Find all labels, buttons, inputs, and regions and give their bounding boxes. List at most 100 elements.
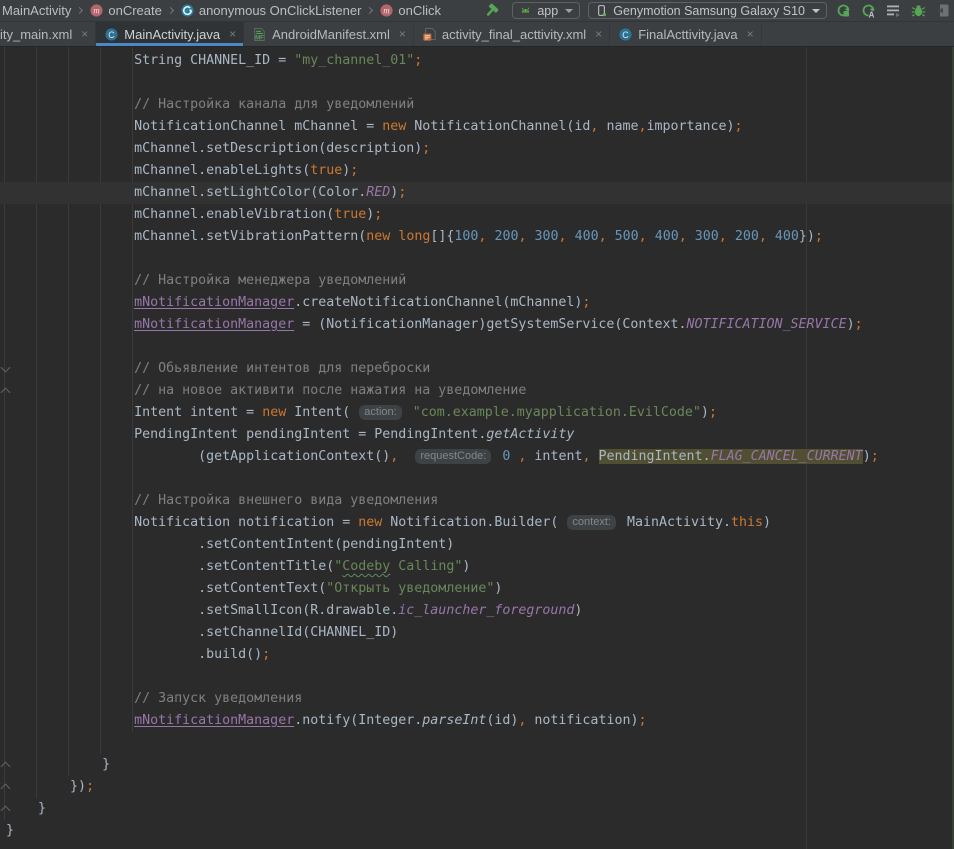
attach-debugger-icon[interactable]	[935, 2, 952, 19]
tab-label: MainActivity.java	[124, 27, 220, 42]
code-token: }	[6, 823, 14, 838]
code-token: intent	[526, 449, 582, 464]
tab-label: AndroidManifest.xml	[272, 27, 390, 42]
tab-finalacttivity-java[interactable]: C FinalActtivity.java ×	[610, 22, 761, 46]
tab-activity-main-xml[interactable]: ity_main.xml ×	[0, 22, 96, 46]
close-icon[interactable]: ×	[747, 28, 754, 40]
code-token: importance)	[646, 119, 734, 134]
code-token: notification)	[526, 713, 638, 728]
code-token: ,	[679, 229, 687, 244]
code-line: }	[0, 798, 954, 820]
breadcrumb-item-method[interactable]: m onCreate	[89, 3, 161, 18]
device-selector[interactable]: Genymotion Samsung Galaxy S10	[588, 2, 827, 19]
tab-mainactivity-java[interactable]: C MainActivity.java ×	[96, 22, 244, 46]
code-token: // Запуск уведомления	[134, 691, 302, 706]
close-icon[interactable]: ×	[399, 28, 406, 40]
breadcrumb-item-anonymous-class[interactable]: anonymous OnClickListener	[180, 3, 362, 18]
anonymous-class-icon	[180, 3, 195, 18]
code-line: mChannel.setDescription(description);	[0, 138, 954, 160]
code-token	[607, 229, 615, 244]
java-class-icon: C	[104, 27, 119, 42]
code-token: FLAG_CANCEL_CURRENT	[711, 449, 863, 464]
code-token: 300	[535, 229, 559, 244]
breadcrumb-item-method[interactable]: m onClick	[379, 3, 441, 18]
code-line: mNotificationManager.createNotificationC…	[0, 292, 954, 314]
tab-androidmanifest-xml[interactable]: MF AndroidManifest.xml ×	[244, 22, 414, 46]
code-token: mChannel.enableLights(	[134, 163, 310, 178]
rerun-icon[interactable]	[835, 2, 852, 19]
code-token	[526, 229, 534, 244]
code-token	[405, 405, 413, 420]
code-token: ;	[871, 449, 879, 464]
code-token: )	[574, 603, 582, 618]
code-token	[767, 229, 775, 244]
ide-window: MainActivity m onCreate anonymous OnClic…	[0, 0, 954, 849]
code-token: ;	[374, 207, 382, 222]
chevron-down-icon	[565, 9, 573, 13]
code-line: String CHANNEL_ID = "my_channel_01";	[0, 50, 954, 72]
build-hammer-icon[interactable]	[483, 2, 500, 19]
code-token: new	[262, 405, 286, 420]
close-icon[interactable]: ×	[229, 28, 236, 40]
tab-activity-final-acttivity-xml[interactable]: activity_final_acttivity.xml ×	[414, 22, 610, 46]
code-token: (getApplicationContext()	[198, 449, 390, 464]
code-line: mChannel.enableLights(true);	[0, 160, 954, 182]
run-config-selector[interactable]: app	[512, 2, 580, 19]
editor-tab-bar: ity_main.xml × C MainActivity.java × MF …	[0, 22, 954, 47]
code-token: true	[334, 207, 366, 222]
code-token: "Открыть уведомление"	[326, 581, 494, 596]
code-editor[interactable]: String CHANNEL_ID = "my_channel_01"; // …	[0, 47, 954, 849]
code-line: .setContentIntent(pendingIntent)	[0, 534, 954, 556]
code-token: ;	[262, 647, 270, 662]
code-token: mNotificationManager	[134, 295, 294, 310]
close-icon[interactable]: ×	[81, 28, 88, 40]
code-token: // Настройка менеджера уведомлений	[134, 273, 406, 288]
navigation-bar: MainActivity m onCreate anonymous OnClic…	[0, 0, 954, 22]
code-line: Notification notification = new Notifica…	[0, 512, 954, 534]
code-line: (getApplicationContext(), requestCode: 0…	[0, 446, 954, 468]
code-line: .setContentTitle("Codeby Calling")	[0, 556, 954, 578]
run-tasks-icon[interactable]	[885, 2, 902, 19]
code-token: )	[863, 449, 871, 464]
code-token: new	[358, 515, 382, 530]
code-token	[567, 229, 575, 244]
code-line	[0, 468, 954, 490]
code-token: ,	[719, 229, 727, 244]
parameter-hint: requestCode:	[415, 449, 491, 464]
code-line	[0, 666, 954, 688]
code-token: mNotificationManager	[134, 317, 294, 332]
code-token: )	[494, 581, 502, 596]
breadcrumb-item-class[interactable]: MainActivity	[2, 3, 71, 18]
code-token: ;	[86, 779, 94, 794]
code-token: ;	[350, 163, 358, 178]
code-token: ,	[639, 229, 647, 244]
device-selector-label: Genymotion Samsung Galaxy S10	[613, 4, 805, 18]
code-token: Notification.Builder(	[382, 515, 566, 530]
apply-code-changes-icon[interactable]: A	[860, 2, 877, 19]
code-token: NotificationChannel mChannel =	[134, 119, 382, 134]
parameter-hint: context:	[567, 515, 616, 530]
code-token: 400	[575, 229, 599, 244]
code-line	[0, 336, 954, 358]
code-line	[0, 248, 954, 270]
code-token: )	[763, 515, 771, 530]
code-token: []{	[430, 229, 454, 244]
code-token: )	[462, 559, 470, 574]
close-icon[interactable]: ×	[595, 28, 602, 40]
code-token	[590, 449, 598, 464]
code-token: .setSmallIcon(R.drawable.	[198, 603, 398, 618]
code-token: .setChannelId(CHANNEL_ID)	[198, 625, 398, 640]
svg-text:A: A	[869, 11, 875, 20]
code-token: long	[398, 229, 430, 244]
parameter-hint: action:	[359, 405, 401, 420]
code-token: .build()	[198, 647, 262, 662]
code-token: Intent intent =	[134, 405, 262, 420]
code-line	[0, 732, 954, 754]
chevron-down-icon	[812, 9, 820, 13]
code-line: // Настройка канала для уведомлений	[0, 94, 954, 116]
debug-icon[interactable]	[910, 2, 927, 19]
code-token: NOTIFICATION_SERVICE	[686, 317, 846, 332]
code-line: }	[0, 820, 954, 842]
code-area: String CHANNEL_ID = "my_channel_01"; // …	[0, 50, 954, 842]
code-token: "com.example.myapplication.EvilCode"	[413, 405, 701, 420]
